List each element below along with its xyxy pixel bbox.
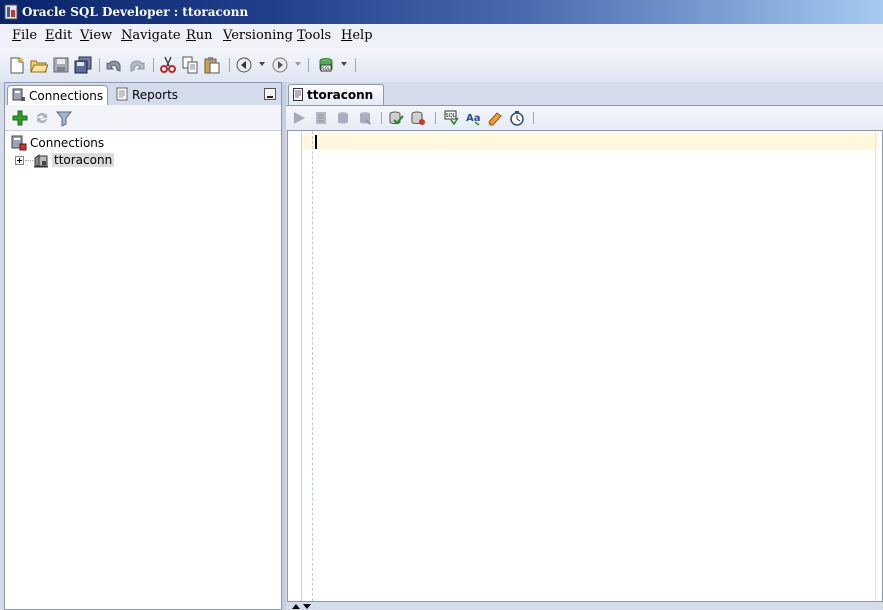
database-connection-icon (34, 154, 48, 168)
left-panel-tabs: Connections Reports (5, 83, 281, 105)
redo-icon[interactable] (128, 56, 146, 74)
sql-history-icon[interactable]: SQL (443, 110, 459, 126)
menu-tools[interactable]: Tools (297, 28, 331, 43)
run-script-icon[interactable] (313, 110, 329, 126)
menu-versioning[interactable]: Versioning (223, 28, 293, 43)
menu-file[interactable]: File (12, 28, 37, 43)
menu-bar: File Edit View Navigate Run Versioning T… (0, 24, 883, 48)
toolbar-separator (99, 58, 100, 72)
undo-icon[interactable] (105, 56, 123, 74)
worksheet-toolbar: SQL Aa (286, 105, 883, 130)
minimize-panel-button[interactable] (264, 88, 276, 100)
toolbar-separator (435, 112, 436, 124)
autotrace-timer-icon[interactable] (509, 110, 525, 126)
svg-text:Aa: Aa (466, 113, 481, 124)
worksheet-icon (293, 88, 303, 101)
right-margin-line (875, 131, 876, 601)
tab-ttoraconn-worksheet[interactable]: ttoraconn (288, 84, 384, 105)
editor-area: ttoraconn SQL Aa (286, 82, 883, 610)
svg-text:SQL: SQL (322, 66, 331, 71)
open-icon[interactable] (30, 56, 48, 74)
fold-margin (312, 131, 313, 601)
refresh-icon[interactable] (33, 109, 51, 127)
db-commit-check-icon[interactable] (388, 110, 404, 126)
clear-eraser-icon[interactable] (487, 110, 503, 126)
menu-view[interactable]: View (80, 28, 112, 43)
text-caret (315, 135, 317, 149)
forward-dropdown-arrow[interactable] (295, 62, 301, 66)
menu-navigate[interactable]: Navigate (121, 28, 181, 43)
paste-icon[interactable] (203, 56, 221, 74)
sql-worksheet-icon[interactable]: SQL (317, 56, 335, 74)
toolbar-separator (308, 58, 309, 72)
menu-run[interactable]: Run (186, 28, 213, 43)
menu-edit[interactable]: Edit (45, 28, 72, 43)
commit-icon[interactable] (335, 110, 351, 126)
db-rollback-icon[interactable] (410, 110, 426, 126)
toolbar-separator (381, 112, 382, 124)
editor-bottom-bar (287, 602, 883, 610)
back-icon[interactable] (235, 56, 253, 74)
save-icon[interactable] (52, 56, 70, 74)
title-bar: Oracle SQL Developer : ttoraconn (0, 0, 883, 24)
window-title: Oracle SQL Developer : ttoraconn (22, 5, 249, 19)
connections-folder-icon (11, 135, 27, 151)
add-connection-icon[interactable] (11, 109, 29, 127)
toolbar-separator (153, 58, 154, 72)
save-all-icon[interactable] (74, 56, 92, 74)
svg-text:SQL: SQL (446, 113, 456, 119)
main-toolbar: SQL (0, 48, 883, 82)
sql-editor[interactable] (287, 130, 883, 602)
connections-icon (12, 88, 25, 101)
forward-icon[interactable] (271, 56, 289, 74)
new-icon[interactable] (8, 56, 26, 74)
rollback-icon[interactable] (357, 110, 373, 126)
copy-icon[interactable] (181, 56, 199, 74)
connections-panel: Connections Reports Connections ttoracon… (4, 82, 282, 610)
sql-developer-app-icon[interactable] (4, 4, 18, 20)
run-statement-icon[interactable] (291, 110, 307, 126)
tree-connector (25, 160, 33, 161)
tab-connections[interactable]: Connections (7, 85, 108, 105)
current-line-highlight (302, 133, 878, 150)
expand-toggle[interactable] (15, 156, 24, 165)
split-up-down-icon[interactable] (291, 603, 313, 610)
cut-icon[interactable] (159, 56, 177, 74)
filter-icon[interactable] (55, 109, 73, 127)
menu-help[interactable]: Help (341, 28, 373, 43)
connections-toolbar (5, 105, 281, 131)
reports-icon (116, 87, 128, 101)
toolbar-separator (355, 58, 356, 72)
tab-reports[interactable]: Reports (111, 85, 201, 105)
toolbar-separator (533, 112, 534, 124)
to-upper-lower-icon[interactable]: Aa (465, 110, 481, 126)
toolbar-separator (229, 58, 230, 72)
sql-worksheet-dropdown-arrow[interactable] (341, 62, 347, 66)
editor-gutter (288, 131, 302, 601)
back-dropdown-arrow[interactable] (259, 62, 265, 66)
